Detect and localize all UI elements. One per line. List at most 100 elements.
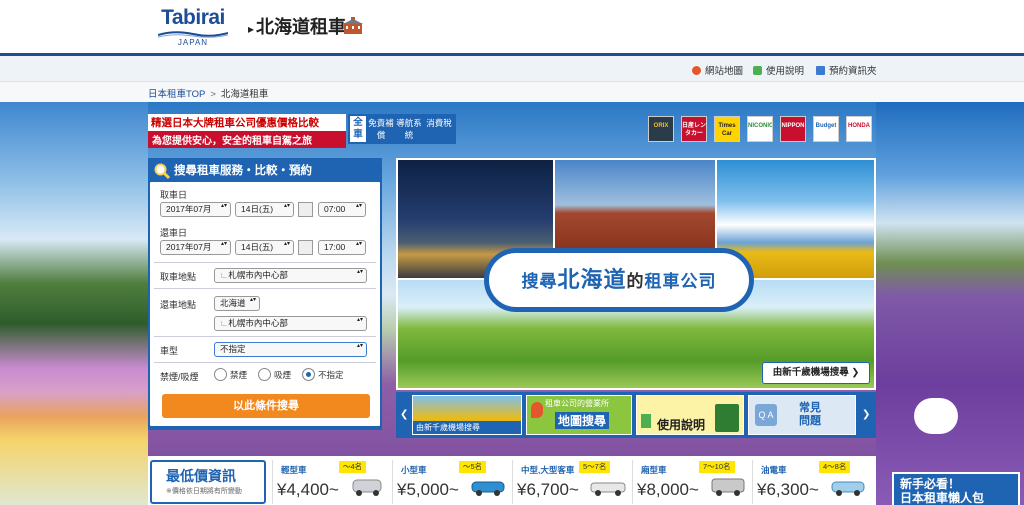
car-van-image — [711, 478, 745, 496]
smoking-label: 禁煙/吸煙 — [160, 372, 199, 382]
search-submit-button[interactable]: 以此條件搜尋 — [162, 394, 370, 418]
lowest-price-bar: 最低價資訊 ※價格依日期將有所變動 輕型車 ～4名 ¥4,400~ 小型車 ～5… — [148, 456, 876, 505]
pickup-time-select[interactable]: 07:00 — [318, 202, 366, 217]
seat-badge: 7～10名 — [699, 461, 735, 473]
brand-nippon-logo: NIPPON — [780, 116, 806, 142]
breadcrumb-home-link[interactable]: 日本租車TOP — [148, 89, 205, 100]
car-kei-image — [352, 479, 382, 496]
thumb-map-label: 地圖搜尋 — [555, 412, 610, 429]
brand-niconico-logo: NICONICO — [747, 116, 773, 142]
logo-text: Tabirai — [161, 6, 225, 29]
radio-smoking[interactable]: 吸煙 — [258, 368, 291, 381]
feature-all-label: 全車 — [350, 116, 366, 142]
return-month-select[interactable]: 2017年07月 — [160, 240, 231, 255]
car-hybrid-image — [831, 481, 865, 496]
feature-tax: 消費稅 — [426, 118, 452, 128]
radio-circle-icon — [258, 368, 271, 381]
radio-no-smoking-label: 禁煙 — [230, 370, 248, 380]
car-compact-image — [471, 481, 505, 496]
pickup-place-select[interactable]: ∟札幌市內中心部 — [214, 268, 367, 283]
promo-line1: 精選日本大牌租車公司優惠價格比較 — [148, 114, 346, 131]
return-date-label: 還車日 — [160, 228, 188, 238]
seat-badge: 5～7名 — [579, 461, 611, 473]
sitemap-link[interactable]: 網站地圖 — [692, 63, 743, 77]
thumb-faq-label: 常見問題 — [799, 402, 821, 427]
thumb-airport-caption: 由新千歲機場搜尋 — [413, 421, 521, 434]
faq-icon: Q A — [755, 404, 777, 426]
pickup-month-select[interactable]: 2017年07月 — [160, 202, 231, 217]
beginner-guide-line2: 日本租車懶人包 — [900, 491, 985, 505]
site-header: Tabirai JAPAN 北海道租車 — [0, 0, 1024, 56]
return-time-select[interactable]: 17:00 — [318, 240, 366, 255]
divider — [154, 362, 376, 363]
radio-unspecified[interactable]: 不指定 — [302, 368, 344, 381]
seat-badge: ～5名 — [459, 461, 487, 473]
tabirai-logo[interactable]: Tabirai JAPAN — [158, 6, 228, 50]
headline-part: 租車公司 — [644, 272, 717, 291]
price-card-hybrid[interactable]: 油電車 4～8名 ¥6,300~ — [752, 460, 870, 504]
car-type-label: 小型車 — [401, 465, 427, 475]
pickup-day-select[interactable]: 14日(五) — [235, 202, 294, 217]
beginner-guide-line1: 新手必看！ — [900, 477, 961, 491]
guide-link[interactable]: 使用說明 — [753, 63, 804, 77]
price-card-kei[interactable]: 輕型車 ～4名 ¥4,400~ — [272, 460, 390, 504]
car-type-label: 油電車 — [761, 465, 787, 475]
promo-banner: 精選日本大牌租車公司優惠價格比較 為您提供安心，安全的租車自駕之旅 — [148, 114, 346, 148]
car-type-label: 車型 — [160, 346, 179, 356]
car-type-select[interactable]: 不指定 — [214, 342, 367, 357]
brand-nissan-logo: 日産レンタカー — [681, 116, 707, 142]
radio-selected-icon — [302, 368, 315, 381]
logo-sub: JAPAN — [177, 38, 209, 47]
feature-insurance: 免責補償 — [368, 118, 394, 140]
radio-no-smoking[interactable]: 禁煙 — [214, 368, 247, 381]
carousel-next-arrow[interactable]: ❯ — [862, 396, 870, 434]
hero-left-flowers-image — [0, 102, 148, 505]
thumb-faq[interactable]: Q A 常見問題 — [748, 395, 856, 435]
thumb-map-top: 租車公司的營業所 — [545, 399, 609, 408]
thumb-guide[interactable]: 使用說明 — [636, 395, 744, 435]
utility-toolbar: 網站地圖 使用說明 預約資訊夾 — [0, 56, 1024, 82]
reservation-folder-link[interactable]: 預約資訊夾 — [816, 63, 877, 77]
hero-area: 精選日本大牌租車公司優惠價格比較 為您提供安心，安全的租車自駕之旅 全車 免責補… — [0, 102, 1024, 505]
return-calendar-icon[interactable] — [298, 240, 313, 255]
car-type-label: 中型,大型客車 — [521, 465, 575, 475]
seat-badge: 4～8名 — [819, 461, 851, 473]
breadcrumb-separator: > — [210, 89, 216, 100]
pickup-date-label: 取車日 — [160, 190, 188, 200]
thumb-map-search[interactable]: 租車公司的營業所 地圖搜尋 — [526, 395, 632, 435]
lowest-price-title: 最低價資訊 — [166, 468, 236, 484]
sitemap-label: 網站地圖 — [705, 66, 744, 77]
building-icon — [343, 17, 363, 34]
feature-navigation: 導航系統 — [396, 118, 422, 140]
quick-links-carousel: ❮ 由新千歲機場搜尋 租車公司的營業所 地圖搜尋 使用說明 Q A 常見問題 ❯ — [396, 392, 876, 438]
promo-line2: 為您提供安心，安全的租車自駕之旅 — [148, 131, 346, 148]
price-card-van[interactable]: 廂型車 7～10名 ¥8,000~ — [632, 460, 750, 504]
divider — [154, 262, 376, 263]
breadcrumb: 日本租車TOP > 北海道租車 — [148, 86, 268, 100]
hero-photo-collage: 搜尋北海道的租車公司 由新千歲機場搜尋 ❯ — [396, 158, 876, 390]
pickup-calendar-icon[interactable] — [298, 202, 313, 217]
beginner-mark-icon — [753, 66, 762, 75]
thumb-airport-search[interactable]: 由新千歲機場搜尋 — [412, 395, 522, 435]
breadcrumb-current: 北海道租車 — [220, 89, 269, 100]
reservation-folder-label: 預約資訊夾 — [829, 66, 877, 77]
car-bubble-icon — [914, 398, 958, 434]
map-pin-icon — [692, 66, 701, 75]
airport-search-button[interactable]: 由新千歲機場搜尋 ❯ — [762, 362, 870, 384]
return-region-select[interactable]: 北海道 — [214, 296, 260, 311]
carousel-prev-arrow[interactable]: ❮ — [400, 396, 408, 434]
search-panel-title: 搜尋租車服務・比較・預約 — [174, 165, 312, 177]
pickup-place-label: 取車地點 — [160, 272, 197, 282]
breadcrumb-bar: 日本租車TOP > 北海道租車 — [0, 82, 1024, 102]
brand-logos: ORIX 日産レンタカー Times Car NICONICO NIPPON B… — [646, 114, 874, 144]
pickup-place-value: 札幌市內中心部 — [228, 270, 288, 280]
headline-part: 搜尋 — [521, 272, 558, 291]
price-card-compact[interactable]: 小型車 ～5名 ¥5,000~ — [392, 460, 510, 504]
search-panel: 搜尋租車服務・比較・預約 取車日 2017年07月 14日(五) 07:00 還… — [148, 158, 382, 430]
return-place-select[interactable]: ∟札幌市內中心部 — [214, 316, 367, 331]
return-day-select[interactable]: 14日(五) — [235, 240, 294, 255]
price-card-sedan[interactable]: 中型,大型客車 5～7名 ¥6,700~ — [512, 460, 630, 504]
site-title: 北海道租車 — [248, 13, 346, 39]
folder-icon — [816, 66, 825, 75]
beginner-guide-banner[interactable]: 新手必看！ 日本租車懶人包 — [892, 472, 1020, 505]
